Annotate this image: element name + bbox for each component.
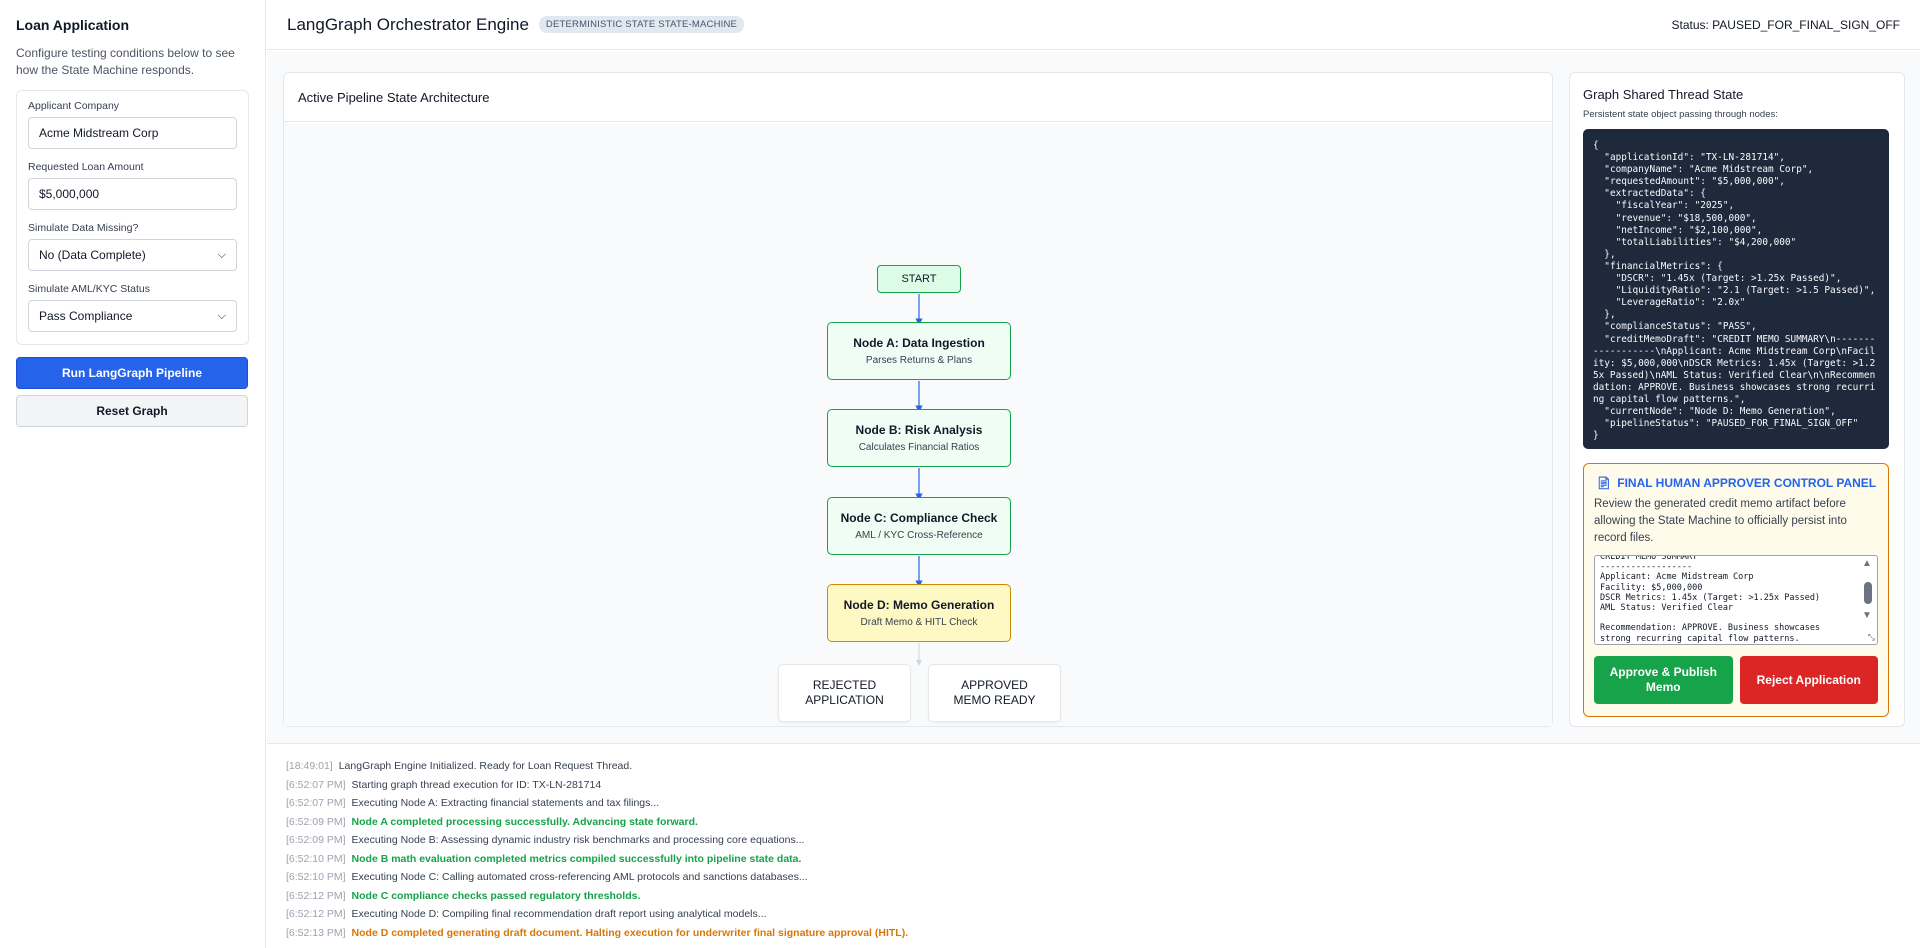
state-json-viewer: { "applicationId": "TX-LN-281714", "comp… [1583, 129, 1889, 449]
missing-label: Simulate Data Missing? [28, 222, 139, 234]
top-header: LangGraph Orchestrator Engine DETERMINIS… [267, 0, 1920, 50]
log-timestamp: [6:52:13 PM] [286, 926, 346, 939]
amount-input[interactable]: $5,000,000 [28, 178, 237, 210]
approver-actions: Approve & Publish Memo Reject Applicatio… [1594, 656, 1878, 704]
log-timestamp: [6:52:10 PM] [286, 852, 346, 865]
aml-status-value: Pass Compliance [39, 309, 133, 323]
log-timestamp: [6:52:12 PM] [286, 908, 346, 920]
log-message: Starting graph thread execution for ID: … [351, 778, 602, 791]
log-timestamp: [6:52:09 PM] [286, 815, 346, 828]
approver-header: 📄︎ FINAL HUMAN APPROVER CONTROL PANEL [1594, 476, 1878, 490]
log-line: [6:52:10 PM] Node B math evaluation compl… [286, 850, 1920, 869]
log-line: [6:52:07 PM] Starting graph thread execut… [286, 776, 1920, 795]
node-c: Node C: Compliance Check AML / KYC Cross… [827, 497, 1011, 555]
log-message: LangGraph Engine Initialized. Ready for … [338, 760, 633, 772]
log-timestamp: [6:52:07 PM] [286, 797, 346, 809]
amount-value: $5,000,000 [39, 187, 100, 201]
sidebar-title: Loan Application [16, 17, 130, 33]
memo-text: CREDIT MEMO SUMMARY ------------------ A… [1600, 555, 1821, 644]
approver-title: FINAL HUMAN APPROVER CONTROL PANEL [1617, 476, 1877, 490]
log-line: [6:52:10 PM] Executing Node C: Calling au… [286, 868, 1920, 887]
approve-publish-button[interactable]: Approve & Publish Memo [1594, 656, 1733, 704]
page-title: LangGraph Orchestrator Engine [287, 14, 529, 34]
node-a: Node A: Data Ingestion Parses Returns & … [827, 322, 1011, 380]
sidebar-description: Configure testing conditions below to se… [16, 46, 235, 77]
state-json: { "applicationId": "TX-LN-281714", "comp… [1593, 140, 1876, 442]
company-label: Applicant Company [28, 100, 120, 112]
node-d-title: Node D: Memo Generation [843, 598, 995, 612]
reset-graph-button[interactable]: Reset Graph [16, 395, 248, 427]
pipeline-panel: Active Pipeline State Architecture START [283, 72, 1553, 727]
data-missing-value: No (Data Complete) [39, 248, 146, 262]
node-start: START [877, 265, 961, 293]
log-line: [6:52:12 PM] Node C compliance checks pas… [286, 887, 1920, 906]
resize-grip-icon[interactable]: ⤡ [1868, 632, 1875, 643]
log-message: Executing Node A: Extracting financial s… [351, 797, 660, 809]
log-message: Node C compliance checks passed regulato… [351, 889, 641, 902]
log-message: Executing Node D: Compiling final recomm… [351, 908, 767, 920]
engine-tag-badge: DETERMINISTIC STATE STATE-MACHINE [538, 16, 745, 33]
node-c-subtitle: AML / KYC Cross-Reference [855, 530, 983, 541]
log-message: Executing Node C: Calling automated cros… [351, 871, 808, 883]
node-b: Node B: Risk Analysis Calculates Financi… [827, 409, 1011, 467]
approver-description: Review the generated credit memo artifac… [1594, 498, 1847, 544]
node-a-title: Node A: Data Ingestion [853, 336, 985, 350]
log-message: Executing Node B: Assessing dynamic indu… [351, 834, 805, 846]
scroll-down-icon[interactable]: ▼ [1862, 610, 1872, 621]
memo-scrollbar[interactable]: ▲ ▼ [1861, 558, 1875, 628]
log-message: Node A completed processing successfully… [351, 815, 698, 828]
log-message: Node D completed generating draft docume… [351, 926, 909, 939]
node-a-subtitle: Parses Returns & Plans [865, 355, 973, 366]
log-timestamp: [18:49:01] [286, 760, 333, 772]
node-c-title: Node C: Compliance Check [840, 511, 998, 525]
log-line: [6:52:13 PM] Node D completed generating … [286, 924, 1920, 943]
sidebar: Loan Application Configure testing condi… [0, 0, 266, 948]
state-title: Graph Shared Thread State [1583, 87, 1744, 102]
node-b-subtitle: Calculates Financial Ratios [858, 442, 980, 453]
approver-panel: 📄︎ FINAL HUMAN APPROVER CONTROL PANEL Re… [1583, 463, 1889, 717]
node-d: Node D: Memo Generation Draft Memo & HIT… [827, 584, 1011, 642]
log-line: [6:52:09 PM] Executing Node B: Assessing … [286, 831, 1920, 850]
log-line: [6:52:12 PM] Executing Node D: Compiling … [286, 905, 1920, 924]
reject-application-button[interactable]: Reject Application [1739, 656, 1878, 704]
loan-form: Applicant Company Acme Midstream Corp Re… [16, 90, 249, 345]
main-area: Active Pipeline State Architecture START [267, 51, 1920, 743]
log-timestamp: [6:52:12 PM] [286, 889, 346, 902]
node-d-subtitle: Draft Memo & HITL Check [860, 617, 978, 628]
amount-label: Requested Loan Amount [28, 161, 144, 173]
node-b-title: Node B: Risk Analysis [855, 423, 983, 437]
data-missing-select[interactable]: No (Data Complete) ⌵ [28, 239, 237, 271]
log-line: [18:49:01] LangGraph Engine Initialized. … [286, 757, 1920, 776]
memo-textarea[interactable]: CREDIT MEMO SUMMARY ------------------ A… [1594, 555, 1878, 645]
company-input[interactable]: Acme Midstream Corp [28, 117, 237, 149]
log-timestamp: [6:52:09 PM] [286, 834, 346, 846]
chevron-down-icon: ⌵ [217, 248, 226, 261]
log-timestamp: [6:52:07 PM] [286, 778, 346, 791]
state-subtitle: Persistent state object passing through … [1583, 109, 1778, 120]
pipeline-title: Active Pipeline State Architecture [284, 73, 1552, 122]
log-message: Node B math evaluation completed metrics… [351, 852, 802, 865]
run-pipeline-button[interactable]: Run LangGraph Pipeline [16, 357, 248, 389]
execution-log: [18:49:01] LangGraph Engine Initialized. … [267, 743, 1920, 948]
status-text: Status: PAUSED_FOR_FINAL_SIGN_OFF [1671, 17, 1900, 32]
log-timestamp: [6:52:10 PM] [286, 871, 346, 883]
node-rejected: REJECTED APPLICATION [778, 664, 911, 722]
memo-icon: 📄︎ [1596, 476, 1612, 490]
log-line: [6:52:07 PM] Executing Node A: Extracting… [286, 794, 1920, 813]
scroll-up-icon[interactable]: ▲ [1862, 558, 1872, 569]
graph-canvas: START Node A: Data Ingestion Parses Retu… [284, 123, 1552, 726]
aml-label: Simulate AML/KYC Status [28, 283, 150, 295]
scroll-thumb[interactable] [1864, 582, 1872, 604]
state-panel: Graph Shared Thread State Persistent sta… [1569, 72, 1905, 727]
node-approved: APPROVED MEMO READY [928, 664, 1061, 722]
chevron-down-icon: ⌵ [217, 309, 226, 322]
aml-status-select[interactable]: Pass Compliance ⌵ [28, 300, 237, 332]
company-value: Acme Midstream Corp [39, 126, 159, 140]
log-line: [6:52:09 PM] Node A completed processing … [286, 813, 1920, 832]
